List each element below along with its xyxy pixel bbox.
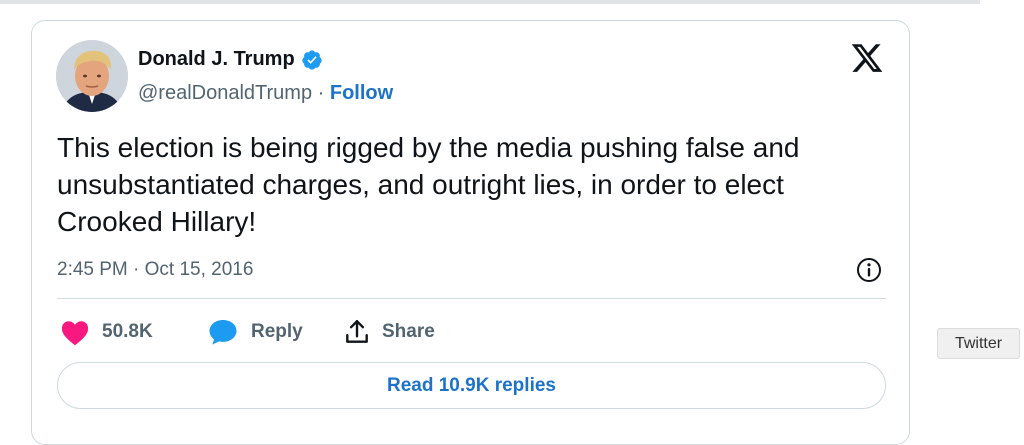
top-scroll-edge (0, 0, 980, 4)
author-name-row[interactable]: Donald J. Trump (138, 48, 323, 71)
share-button[interactable]: Share (344, 317, 435, 347)
tooltip: Twitter (937, 328, 1020, 359)
author-handle[interactable]: @realDonaldTrump (138, 82, 312, 104)
reply-bubble-icon (209, 320, 237, 345)
reply-label: Reply (251, 321, 303, 342)
tooltip-text: Twitter (954, 334, 1003, 352)
info-icon[interactable] (855, 256, 883, 284)
share-label: Share (382, 321, 435, 342)
tweet-embed-card[interactable]: Donald J. Trump @realDonaldTrump · Follo… (31, 20, 910, 445)
read-replies-label: Read 10.9K replies (387, 374, 556, 396)
author-handle-line: @realDonaldTrump · Follow (138, 82, 393, 105)
reply-button[interactable]: Reply (207, 317, 303, 347)
author-avatar[interactable] (56, 40, 128, 112)
avatar-photo-icon (56, 40, 128, 112)
like-count: 50.8K (102, 321, 153, 342)
follow-link[interactable]: Follow (330, 82, 393, 104)
divider (57, 298, 886, 299)
verified-badge-icon (301, 49, 323, 71)
share-icon (346, 320, 368, 343)
like-button[interactable]: 50.8K (60, 317, 153, 347)
heart-icon (61, 321, 89, 346)
handle-separator: · (317, 82, 325, 104)
read-replies-button[interactable]: Read 10.9K replies (57, 362, 886, 409)
tweet-timestamp[interactable]: 2:45 PM · Oct 15, 2016 (57, 259, 253, 281)
x-logo-icon[interactable] (850, 41, 884, 75)
author-name[interactable]: Donald J. Trump (138, 48, 295, 71)
tweet-text: This election is being rigged by the med… (57, 132, 800, 237)
